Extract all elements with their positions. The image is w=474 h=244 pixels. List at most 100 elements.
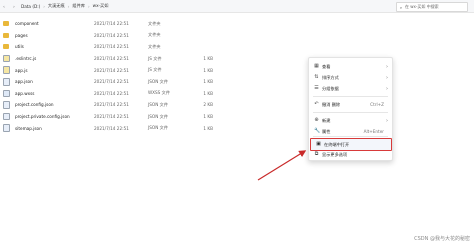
menu-item[interactable]: 🔧 属性 Alt+Enter [309,126,392,137]
menu-item-shortcut: Ctrl+Z [370,102,384,107]
view-icon: ▦ [314,63,319,69]
chevron-right-icon: › [386,74,388,81]
file-name: component [15,21,39,27]
chevron-right-icon[interactable]: › [10,4,18,9]
file-type: JSON 文件 [148,78,169,84]
context-menu: ▦ 查看 › ⇅ 排序方式 › ☰ 分组依据 › ↶ 撤消 删除 Ctrl+Z ⊕ 新建 › 🔧 属性 Alt+E… [308,57,393,161]
properties-icon: 🔧 [314,128,321,134]
file-type: JSON 文件 [148,113,169,119]
chevron-right-icon: › [386,117,388,124]
breadcrumb-separator-icon: › [67,3,70,9]
file-list: component 2021/7/14 22:51 文件夹 pages 2021/7/1… [0,18,240,134]
file-date: 2021/7/14 22:51 [94,67,129,73]
file-date: 2021/7/14 22:51 [94,114,129,120]
file-date: 2021/7/14 22:51 [94,102,129,108]
file-name: .eslintrc.js [15,56,37,62]
file-size: 1 KB [203,90,213,96]
file-size: 1 KB [203,79,213,85]
file-type: JS 文件 [148,67,162,73]
file-icon [3,124,10,132]
file-type: 文件夹 [148,32,161,38]
menu-item[interactable]: ⇅ 排序方式 › [309,72,392,83]
menu-item-label: 新建 [322,117,331,123]
folder-icon [3,44,9,50]
file-size: 1 KB [203,56,213,62]
menu-item[interactable]: ⊕ 新建 › [309,115,392,126]
search-box[interactable]: ⌕ 在 wx-买如 中搜索 [396,2,468,12]
file-size: 1 KB [203,125,213,131]
file-icon [3,54,10,63]
menu-item[interactable]: ☰ 分组依据 › [309,83,392,94]
breadcrumb-item[interactable]: 大溪无痕 [48,3,65,9]
menu-item-shortcut: Alt+Enter [363,129,384,134]
file-type: JS 文件 [148,55,162,61]
file-row[interactable]: project.config.json 2021/7/14 22:51 JSON 文… [0,99,240,111]
file-size: 1 KB [203,114,213,120]
file-row[interactable]: .eslintrc.js 2021/7/14 22:51 JS 文件 1 KB [0,53,240,65]
file-icon [3,78,10,86]
file-date: 2021/7/14 22:51 [94,21,129,27]
menu-separator [313,96,388,97]
file-row[interactable]: app.json 2021/7/14 22:51 JSON 文件 1 KB [0,76,240,88]
file-date: 2021/7/14 22:51 [94,44,129,50]
new-icon: ⊕ [314,117,319,123]
file-row[interactable]: utils 2021/7/14 22:51 文件夹 [0,41,240,53]
menu-separator [313,112,388,113]
breadcrumb: › Data (D:) › 大溪无痕 › 组件库 › wx-买如 [10,3,108,9]
terminal-icon: ▣ [316,141,321,147]
file-size: 1 KB [203,67,213,73]
group-icon: ☰ [314,85,319,91]
file-type: JSON 文件 [148,125,169,131]
search-placeholder: 在 wx-买如 中搜索 [405,4,439,9]
menu-item[interactable]: ↶ 撤消 删除 Ctrl+Z [309,99,392,110]
file-icon [3,112,10,121]
file-name: project.private.config.json [15,114,70,120]
breadcrumb-item[interactable]: wx-买如 [93,3,109,9]
file-size: 2 KB [203,102,213,108]
file-type: 文件夹 [148,43,161,49]
menu-item-label: 撤消 删除 [322,101,341,107]
search-icon: ⌕ [399,4,403,10]
menu-item-label: 属性 [322,128,331,134]
file-row[interactable]: pages 2021/7/14 22:51 文件夹 [0,30,240,42]
file-name: pages [15,32,28,38]
file-row[interactable]: project.private.config.json 2021/7/14 22:… [0,111,240,123]
file-icon [3,89,10,98]
chevron-right-icon: › [386,63,388,70]
sort-icon: ⇅ [314,74,319,80]
file-type: WXSS 文件 [148,90,171,96]
file-type: JSON 文件 [148,101,169,107]
breadcrumb-item[interactable]: 组件库 [72,3,85,9]
chevron-right-icon: › [386,85,388,92]
watermark: CSDN @我与大花的秘密 [414,236,470,242]
more-options-icon: ⧉ [314,151,319,157]
breadcrumb-item[interactable]: Data (D:) [21,4,40,9]
file-icon [3,66,10,74]
menu-item-label: 排序方式 [322,74,339,80]
file-date: 2021/7/14 22:51 [94,79,129,85]
menu-item[interactable]: ▦ 查看 › [309,61,392,72]
file-date: 2021/7/14 22:51 [94,32,129,38]
file-date: 2021/7/14 22:51 [94,90,129,96]
menu-item-label: 在终端中打开 [324,141,350,147]
file-name: app.json [15,79,33,85]
breadcrumb-separator-icon: › [43,3,45,9]
file-row[interactable]: component 2021/7/14 22:51 文件夹 [0,18,240,30]
address-bar: ‹ › Data (D:) › 大溪无痕 › 组件库 › wx-买如 ⌕ 在 w… [0,0,474,13]
file-name: app.js [15,67,28,73]
menu-item-label: 查看 [322,63,331,69]
chevron-left-icon[interactable]: ‹ [0,4,8,9]
menu-item[interactable]: ⧉ 显示更多选项 [309,149,392,160]
file-date: 2021/7/14 22:51 [94,56,129,62]
menu-item-label: 显示更多选项 [322,151,348,157]
file-row[interactable]: app.js 2021/7/14 22:51 JS 文件 1 KB [0,64,240,76]
breadcrumb-separator-icon: › [87,3,90,9]
menu-item-label: 分组依据 [322,85,339,91]
file-name: utils [15,44,24,50]
folder-icon [3,32,9,38]
file-row[interactable]: app.wxss 2021/7/14 22:51 WXSS 文件 1 KB [0,88,240,100]
file-icon [3,101,10,109]
file-row[interactable]: sitemap.json 2021/7/14 22:51 JSON 文件 1 KB [0,122,240,134]
file-name: project.config.json [15,102,54,108]
file-date: 2021/7/14 22:51 [94,125,129,131]
